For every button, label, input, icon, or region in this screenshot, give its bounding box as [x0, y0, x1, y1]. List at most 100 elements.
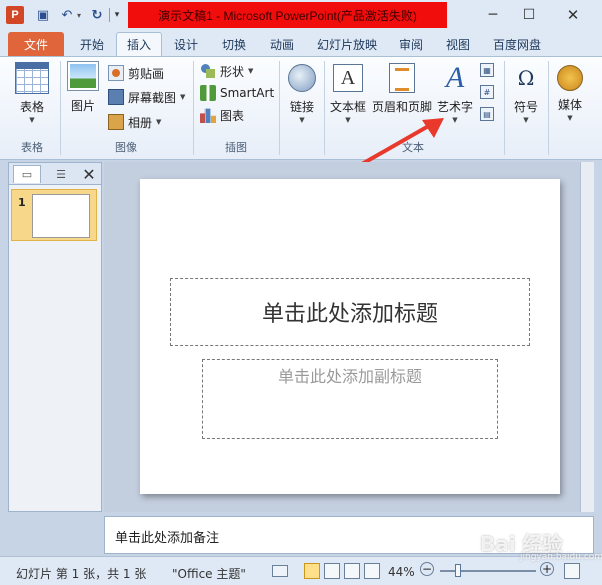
close-button[interactable]: ✕ [558, 4, 588, 26]
shapes-label: 形状 [220, 64, 245, 79]
slide-number-icon[interactable]: # [480, 85, 494, 99]
symbols-button-label: 符号 [513, 100, 538, 114]
symbols-button[interactable]: Ω 符号 ▼ [506, 60, 546, 134]
status-theme-name[interactable]: "Office 主题" [172, 565, 246, 582]
slide-editing-area: 单击此处添加标题 单击此处添加副标题 [104, 162, 594, 512]
slide-thumbnail-number: 1 [18, 196, 26, 209]
ribbon-insert-panel: 表格 ▼ 表格 图片 剪贴画 屏幕截图 ▼ 相册 ▼ 图像 形状 ▼ Smart… [0, 56, 602, 160]
date-time-icon[interactable]: ▦ [480, 63, 494, 77]
chevron-down-icon: ▼ [567, 114, 573, 122]
group-label-images: 图像 [115, 141, 137, 154]
link-globe-icon [288, 64, 316, 92]
tab-home[interactable]: 开始 [70, 32, 114, 56]
baidu-jingyan-watermark-url: jingyan.baidu.com [520, 552, 602, 562]
title-placeholder[interactable]: 单击此处添加标题 [170, 278, 530, 346]
slide-canvas[interactable]: 单击此处添加标题 单击此处添加副标题 [140, 179, 560, 494]
language-icon[interactable] [272, 565, 288, 577]
picture-button[interactable]: 图片 [62, 60, 104, 134]
screenshot-label: 屏幕截图 [128, 90, 177, 105]
reading-view-icon[interactable] [344, 563, 360, 579]
slide-sorter-view-icon[interactable] [324, 563, 340, 579]
zoom-level[interactable]: 44% [388, 565, 415, 579]
shapes-icon [200, 63, 216, 79]
chart-icon [200, 108, 216, 123]
minimize-button[interactable]: ─ [478, 4, 508, 26]
links-button[interactable]: 链接 ▼ [282, 60, 322, 134]
zoom-out-icon[interactable]: − [420, 562, 434, 576]
group-label-table: 表格 [21, 141, 43, 154]
slides-tab-icon[interactable]: ▭ [13, 165, 41, 183]
slide-thumbnail[interactable]: 1 [11, 189, 97, 241]
picture-button-label: 图片 [70, 99, 95, 113]
tab-slideshow[interactable]: 幻灯片放映 [308, 32, 386, 56]
table-button[interactable]: 表格 ▼ [6, 60, 58, 134]
chevron-down-icon: ▼ [180, 93, 186, 101]
slideshow-view-icon[interactable] [364, 563, 380, 579]
fit-to-window-icon[interactable] [564, 563, 580, 579]
undo-icon[interactable]: ↶ [58, 6, 76, 24]
smartart-button[interactable]: SmartArt [200, 83, 274, 103]
notes-placeholder[interactable]: 单击此处添加备注 [115, 527, 219, 546]
quick-access-separator [109, 8, 110, 22]
chevron-down-icon: ▼ [452, 116, 458, 124]
clipart-label: 剪贴画 [128, 66, 165, 81]
chart-label: 图表 [220, 108, 245, 123]
screenshot-button[interactable]: 屏幕截图 ▼ [108, 87, 185, 107]
customize-quick-access-icon[interactable]: ▾ [112, 6, 122, 24]
vertical-scrollbar[interactable] [580, 162, 594, 512]
close-pane-icon[interactable]: ✕ [75, 165, 103, 184]
chevron-down-icon: ▼ [156, 118, 162, 126]
slides-thumbnail-pane: ▭ ☰ ✕ 1 [8, 162, 102, 512]
media-button-label: 媒体 [557, 98, 582, 112]
clipart-icon [108, 65, 124, 81]
group-separator [193, 61, 194, 155]
group-separator [60, 61, 61, 155]
zoom-in-icon[interactable]: + [540, 562, 554, 576]
pane-tabs: ▭ ☰ ✕ [9, 163, 101, 185]
chevron-down-icon: ▼ [248, 67, 254, 75]
photo-album-button[interactable]: 相册 ▼ [108, 112, 161, 132]
maximize-button[interactable]: ☐ [514, 4, 544, 26]
normal-view-icon[interactable] [304, 563, 320, 579]
status-slide-info: 幻灯片 第 1 张，共 1 张 [16, 567, 147, 581]
group-separator [548, 61, 549, 155]
shapes-button[interactable]: 形状 ▼ [200, 61, 253, 81]
tab-insert[interactable]: 插入 [116, 32, 162, 56]
screenshot-icon [108, 89, 124, 105]
save-icon[interactable]: ▣ [34, 6, 52, 24]
table-button-label: 表格 [19, 100, 44, 114]
repeat-icon[interactable]: ↻ [88, 6, 106, 24]
table-icon [15, 62, 49, 94]
insert-object-icon[interactable]: ▤ [480, 107, 494, 121]
picture-icon [67, 61, 99, 91]
tab-transitions[interactable]: 切换 [214, 32, 254, 56]
title-bar: P ▣ ↶ ▾ ↻ ▾ 演示文稿1 - Microsoft PowerPoint… [0, 0, 602, 30]
media-button[interactable]: 媒体 ▼ [550, 60, 590, 134]
tab-view[interactable]: 视图 [438, 32, 478, 56]
chevron-down-icon: ▼ [523, 116, 529, 124]
status-bar: 幻灯片 第 1 张，共 1 张 "Office 主题" 44% − + [0, 556, 602, 585]
window-title: 演示文稿1 - Microsoft PowerPoint(产品激活失败) [128, 2, 447, 28]
textbox-icon: A [333, 64, 363, 92]
zoom-slider-thumb[interactable] [455, 564, 462, 577]
undo-dropdown-icon[interactable]: ▾ [75, 6, 83, 24]
tab-animations[interactable]: 动画 [262, 32, 302, 56]
chart-button[interactable]: 图表 [200, 105, 244, 125]
clipart-button[interactable]: 剪贴画 [108, 63, 164, 83]
photo-album-icon [108, 114, 124, 130]
smartart-icon [200, 85, 216, 101]
outline-tab-icon[interactable]: ☰ [47, 165, 75, 183]
omega-symbol-icon: Ω [517, 66, 535, 90]
wordart-icon: A [445, 61, 465, 94]
media-speaker-icon [557, 65, 583, 91]
group-separator [279, 61, 280, 155]
photo-album-label: 相册 [128, 115, 153, 130]
tab-design[interactable]: 设计 [166, 32, 206, 56]
slide-thumbnail-image [32, 194, 90, 238]
tab-review[interactable]: 审阅 [392, 32, 430, 56]
smartart-label: SmartArt [220, 86, 275, 100]
subtitle-placeholder[interactable]: 单击此处添加副标题 [202, 359, 498, 439]
powerpoint-app-icon[interactable]: P [6, 6, 24, 24]
tab-file[interactable]: 文件 [8, 32, 64, 56]
tab-baidu-netdisk[interactable]: 百度网盘 [484, 32, 550, 56]
